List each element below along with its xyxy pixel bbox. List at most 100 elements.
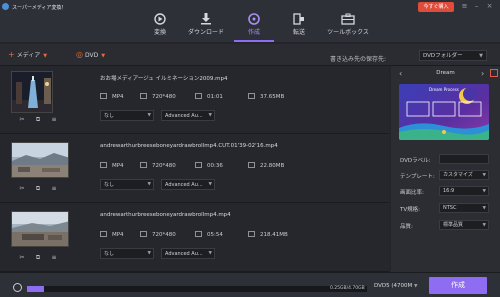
audio-select[interactable]: Advanced Au... ▼: [161, 248, 215, 259]
folder-icon: [248, 93, 255, 99]
crop-icon[interactable]: ⧉: [33, 184, 43, 194]
subtitle-value: なし: [104, 251, 115, 257]
aspect-ratio-select[interactable]: 16:9 ▼: [439, 186, 489, 196]
audio-select[interactable]: Advanced Au... ▼: [161, 179, 215, 190]
duration-meta: 01:01: [195, 93, 223, 100]
title-bar: スーパーメディア変換！ 今すぐ購入 ≡ – × 変換 ダウンロード 作成 転送 …: [0, 0, 500, 42]
audio-value: Advanced Au...: [165, 251, 203, 257]
format-icon: [100, 93, 107, 99]
add-dvd-label: DVD: [84, 52, 99, 59]
disc-type-select[interactable]: DVD5 (4700M ▼: [374, 283, 418, 289]
chevron-down-icon: ▼: [147, 113, 151, 118]
create-button[interactable]: 作成: [429, 277, 487, 294]
aspect-ratio-value: 16:9: [443, 188, 455, 194]
thumbnail-tools: ✂ ⧉ ≡: [11, 184, 69, 194]
effects-icon[interactable]: ≡: [49, 184, 59, 194]
format-icon: [100, 231, 107, 237]
trim-icon[interactable]: ✂: [17, 184, 27, 194]
template-preview-image: [399, 84, 489, 140]
minimize-icon[interactable]: –: [472, 2, 481, 11]
tab-label: ツールボックス: [327, 29, 369, 36]
tab-convert[interactable]: 変換: [134, 10, 186, 42]
resolution-icon: [140, 93, 147, 99]
list-item[interactable]: ✂ ⧉ ≡ andrewarthurbreeseboneyardrawbroll…: [0, 135, 389, 203]
transfer-icon: [293, 13, 304, 25]
chevron-down-icon: ▼: [43, 53, 48, 59]
disc-add-icon: ◎: [76, 50, 83, 59]
subtitle-select[interactable]: なし ▼: [100, 179, 154, 190]
template-select[interactable]: カスタマイズ ▼: [439, 170, 489, 180]
list-item[interactable]: ✂ ⧉ ≡ おお場メディアージュ イルミネーション2009.mp4 MP4 72…: [0, 66, 389, 134]
size-value: 37.65MB: [260, 94, 285, 100]
tab-label: 作成: [247, 29, 260, 36]
template-preview[interactable]: Dream Process: [399, 84, 489, 140]
chevron-down-icon: ▼: [208, 113, 212, 118]
duration-value: 05:54: [207, 232, 223, 238]
chevron-right-icon[interactable]: ›: [481, 69, 484, 78]
size-value: 218.41MB: [260, 232, 288, 238]
app-title: スーパーメディア変換！: [12, 5, 67, 11]
tv-standard-value: NTSC: [443, 205, 457, 211]
thumbnail-image: [12, 212, 68, 246]
crop-icon[interactable]: ⧉: [33, 253, 43, 263]
download-icon: [201, 13, 211, 25]
format-meta: MP4: [100, 93, 124, 100]
video-thumbnail[interactable]: [11, 142, 69, 178]
audio-select[interactable]: Advanced Au... ▼: [161, 110, 215, 121]
buy-now-button[interactable]: 今すぐ購入: [418, 2, 454, 12]
trim-icon[interactable]: ✂: [17, 115, 27, 125]
list-item[interactable]: ✂ ⧉ ≡ andrewarthurbreeseboneyardrawbroll…: [0, 204, 389, 272]
add-media-label: メディア: [16, 52, 41, 59]
duration-meta: 05:54: [195, 231, 223, 238]
add-media-button[interactable]: + メディア ▼: [8, 49, 47, 61]
format-value: MP4: [112, 94, 124, 100]
edit-template-icon[interactable]: [490, 69, 498, 77]
add-dvd-button[interactable]: ◎ DVD ▼: [76, 49, 105, 61]
save-to-select[interactable]: DVDフォルダー ▼: [419, 50, 487, 61]
format-meta: MP4: [100, 231, 124, 238]
tab-label: 転送: [292, 29, 305, 36]
resolution-value: 720*480: [152, 232, 176, 238]
chevron-down-icon: ▼: [101, 53, 106, 59]
tab-toolbox[interactable]: ツールボックス: [322, 10, 374, 42]
video-thumbnail[interactable]: [11, 211, 69, 247]
trim-icon[interactable]: ✂: [17, 253, 27, 263]
capacity-text: 0.25GB/4.70GB: [330, 286, 365, 291]
save-to-label: 書き込み先の保存先:: [330, 56, 387, 63]
subtitle-value: なし: [104, 113, 115, 119]
size-value: 22.80MB: [260, 163, 285, 169]
video-thumbnail[interactable]: [11, 71, 53, 113]
effects-icon[interactable]: ≡: [49, 115, 59, 125]
menu-icon[interactable]: ≡: [460, 2, 469, 11]
folder-icon: [248, 162, 255, 168]
quality-value: 標準品質: [443, 222, 464, 228]
tv-standard-select[interactable]: NTSC ▼: [439, 203, 489, 213]
duration-meta: 00:36: [195, 162, 223, 169]
subtitle-select[interactable]: なし ▼: [100, 110, 154, 121]
tab-transfer[interactable]: 転送: [273, 10, 325, 42]
app-logo: [2, 3, 9, 10]
crop-icon[interactable]: ⧉: [33, 115, 43, 125]
size-meta: 22.80MB: [248, 162, 284, 169]
clock-icon: [195, 93, 202, 99]
clock-icon: [195, 162, 202, 168]
subtitle-value: なし: [104, 182, 115, 188]
thumbnail-image: [12, 72, 52, 112]
chevron-down-icon: ▼: [482, 223, 486, 228]
thumbnail-tools: ✂ ⧉ ≡: [11, 115, 69, 125]
film-icon: [154, 13, 166, 25]
effects-icon[interactable]: ≡: [49, 253, 59, 263]
folder-icon: [248, 231, 255, 237]
file-name: おお場メディアージュ イルミネーション2009.mp4: [100, 76, 228, 82]
save-to-value: DVDフォルダー: [423, 53, 463, 59]
tab-download[interactable]: ダウンロード: [180, 10, 232, 42]
disc-icon: [248, 13, 260, 25]
subtitle-select[interactable]: なし ▼: [100, 248, 154, 259]
schedule-icon[interactable]: [13, 283, 22, 292]
disc-type-value: DVD5 (4700M: [374, 283, 413, 289]
dvd-label-input[interactable]: [439, 154, 489, 164]
resolution-value: 720*480: [152, 163, 176, 169]
quality-select[interactable]: 標準品質 ▼: [439, 220, 489, 230]
close-icon[interactable]: ×: [485, 2, 494, 11]
chevron-down-icon: ▼: [208, 251, 212, 256]
